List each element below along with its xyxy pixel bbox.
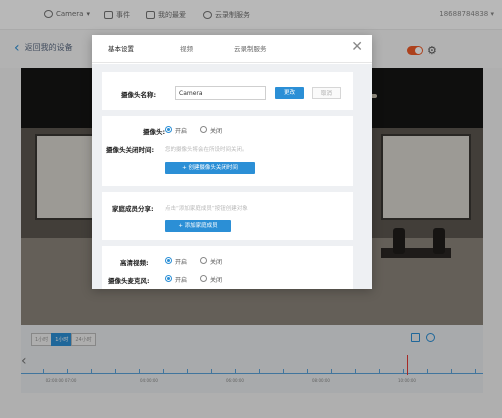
settings-body: 摄像头名称: 更改 取消 摄像头: 开启 关闭 摄像头关闭时间: 您的摄像头将会… xyxy=(92,64,372,289)
close-icon[interactable]: ✕ xyxy=(351,39,363,55)
camera-name-input[interactable] xyxy=(175,86,266,100)
tab-basic-settings[interactable]: 基本设置 xyxy=(108,35,134,63)
family-share-hint: 点击“添加家庭成员”按钮创建对象 xyxy=(165,206,248,212)
close-time-hint: 您的摄像头将会在所设时间关闭。 xyxy=(165,147,248,153)
settings-tabs: 基本设置 视频 云录制服务 ✕ xyxy=(92,35,372,63)
camera-label: 摄像头: xyxy=(143,128,166,136)
video-options-card: 高清视频: 开启 关闭 摄像头麦克风: 开启 关闭 xyxy=(102,246,353,289)
camera-on-label: 开启 xyxy=(175,128,188,135)
mic-on-label: 开启 xyxy=(175,277,188,284)
hd-on-label: 开启 xyxy=(175,259,188,266)
cancel-button[interactable]: 取消 xyxy=(312,87,341,99)
camera-power-card: 摄像头: 开启 关闭 摄像头关闭时间: 您的摄像头将会在所设时间关闭。 + 创建… xyxy=(102,116,353,186)
tab-video[interactable]: 视频 xyxy=(180,35,193,63)
app-page: Camera ▾ 事件 我的最爱 云录制服务 18688784838 ▾ ‹ 返… xyxy=(0,0,502,418)
mic-on-radio[interactable] xyxy=(165,275,172,282)
camera-on-radio[interactable] xyxy=(165,126,172,133)
hd-off-radio[interactable] xyxy=(200,257,207,264)
settings-dialog: 基本设置 视频 云录制服务 ✕ 摄像头名称: 更改 取消 摄像头: 开启 关闭 … xyxy=(92,35,372,289)
change-button[interactable]: 更改 xyxy=(275,87,304,99)
hd-on-radio[interactable] xyxy=(165,257,172,264)
add-family-button[interactable]: + 添加家庭成员 xyxy=(165,220,231,232)
camera-off-radio[interactable] xyxy=(200,126,207,133)
camera-off-label: 关闭 xyxy=(210,128,223,135)
camera-name-label: 摄像头名称: xyxy=(121,91,157,99)
tab-cloud-recording[interactable]: 云录制服务 xyxy=(234,35,267,63)
close-time-label: 摄像头关闭时间: xyxy=(106,146,155,154)
family-share-card: 家庭成员分享: 点击“添加家庭成员”按钮创建对象 + 添加家庭成员 xyxy=(102,192,353,240)
mic-off-label: 关闭 xyxy=(210,277,223,284)
hd-off-label: 关闭 xyxy=(210,259,223,266)
create-schedule-button[interactable]: + 创建摄像头关闭时间 xyxy=(165,162,255,174)
camera-name-card: 摄像头名称: 更改 取消 xyxy=(102,72,353,110)
mic-label: 摄像头麦克风: xyxy=(108,277,150,285)
family-share-label: 家庭成员分享: xyxy=(112,205,154,213)
mic-off-radio[interactable] xyxy=(200,275,207,282)
hd-video-label: 高清视频: xyxy=(120,259,149,267)
